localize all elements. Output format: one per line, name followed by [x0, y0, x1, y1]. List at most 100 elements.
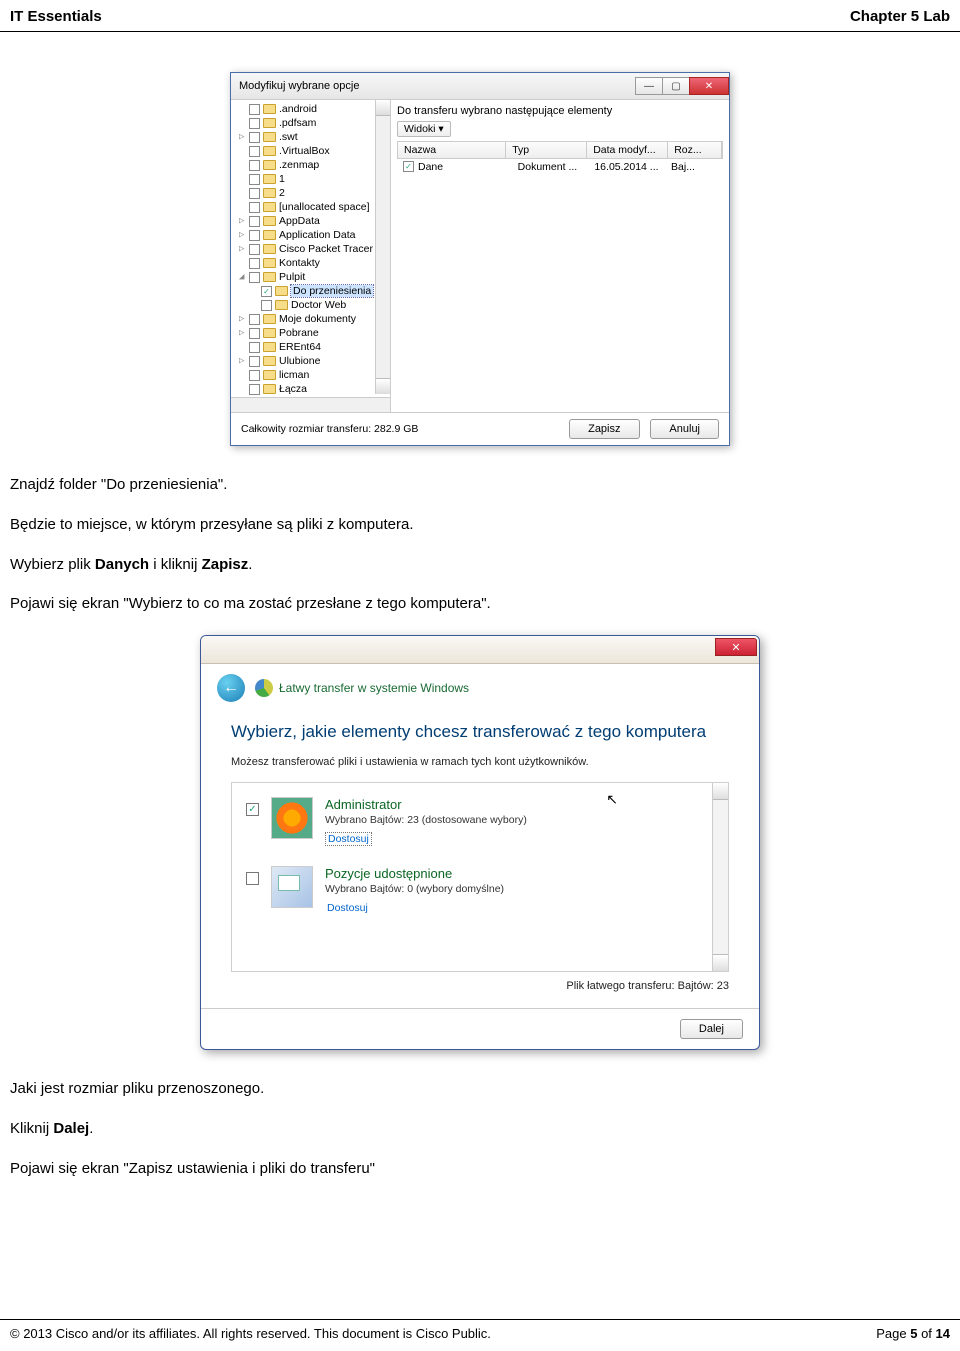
expand-icon[interactable]: ◢: [239, 272, 249, 282]
account-administrator-detail: Wybrano Bajtów: 23 (dostosowane wybory): [325, 814, 527, 826]
transfer-prompt: Do transferu wybrano następujące element…: [397, 105, 723, 117]
tree-item-doctor-web[interactable]: Doctor Web: [231, 298, 390, 312]
col-name[interactable]: Nazwa: [398, 142, 506, 158]
p3-c: i kliknij: [149, 556, 202, 573]
tree-item-do-przeniesienia[interactable]: ✓Do przeniesienia: [231, 284, 390, 298]
folder-icon: [263, 342, 276, 352]
col-date[interactable]: Data modyf...: [587, 142, 668, 158]
expand-icon[interactable]: ▷: [239, 328, 249, 338]
tree-checkbox[interactable]: [249, 188, 260, 199]
cancel-button[interactable]: Anuluj: [650, 419, 719, 439]
tree-item-application-data[interactable]: ▷ Application Data: [231, 228, 390, 242]
account-shared-customize-link[interactable]: Dostosuj: [325, 902, 370, 914]
tree-item-cisco-packet-tracer-6[interactable]: ▷Cisco Packet Tracer 6: [231, 242, 390, 256]
tree-checkbox[interactable]: [249, 272, 260, 283]
tree-label: .pdfsam: [279, 117, 316, 129]
wizard-body: Wybierz, jakie elementy chcesz transfero…: [201, 722, 759, 1008]
wizard-close-button[interactable]: ✕: [715, 638, 757, 656]
tree-label: Doctor Web: [291, 299, 346, 311]
tree-item-moje-dokumenty[interactable]: ▷Moje dokumenty: [231, 312, 390, 326]
accounts-scrollbar[interactable]: [712, 783, 728, 971]
folder-tree[interactable]: .android.pdfsam▷.swt.VirtualBox.zenmap1 2…: [231, 100, 391, 412]
folder-icon: [263, 244, 276, 254]
account-administrator[interactable]: ✓ Administrator Wybrano Bajtów: 23 (dost…: [246, 797, 714, 846]
tree-checkbox[interactable]: [249, 202, 260, 213]
tree-item-ulubione[interactable]: ▷Ulubione: [231, 354, 390, 368]
tree-h-scrollbar[interactable]: [231, 397, 390, 412]
tree-item-pobrane[interactable]: ▷Pobrane: [231, 326, 390, 340]
tree-item--pdfsam[interactable]: .pdfsam: [231, 116, 390, 130]
file-row-date: 16.05.2014 ...: [594, 161, 671, 173]
close-button[interactable]: ✕: [689, 77, 729, 95]
expand-icon[interactable]: ▷: [239, 230, 249, 240]
account-shared-checkbox[interactable]: [246, 872, 259, 885]
next-button[interactable]: Dalej: [680, 1019, 743, 1039]
file-row-type: Dokument ...: [518, 161, 595, 173]
account-administrator-customize-link[interactable]: Dostosuj: [325, 832, 372, 846]
file-row-dane[interactable]: ✓ Dane Dokument ... 16.05.2014 ... Baj..…: [397, 159, 723, 175]
tree-label: 2: [279, 187, 285, 199]
tree-checkbox[interactable]: [249, 244, 260, 255]
tree-checkbox[interactable]: [249, 132, 260, 143]
tree-checkbox[interactable]: ✓: [261, 286, 272, 297]
tree-item--swt[interactable]: ▷.swt: [231, 130, 390, 144]
col-size[interactable]: Roz...: [668, 142, 722, 158]
tree-checkbox[interactable]: [249, 230, 260, 241]
easy-transfer-icon: [255, 679, 273, 697]
tree-label: AppData: [279, 215, 320, 227]
maximize-button[interactable]: ▢: [662, 77, 690, 95]
col-type[interactable]: Typ: [506, 142, 587, 158]
tree-checkbox[interactable]: [249, 370, 260, 381]
tree-checkbox[interactable]: [249, 160, 260, 171]
tree-checkbox[interactable]: [249, 104, 260, 115]
save-button[interactable]: Zapisz: [569, 419, 639, 439]
expand-icon[interactable]: ▷: [239, 216, 249, 226]
file-list-headers[interactable]: Nazwa Typ Data modyf... Roz...: [397, 141, 723, 159]
expand-icon[interactable]: ▷: [239, 132, 249, 142]
tree-item--cza[interactable]: Łącza: [231, 382, 390, 396]
dialog1-title-text: Modyfikuj wybrane opcje: [239, 80, 359, 92]
tree-label: 1: [279, 173, 285, 185]
expand-icon[interactable]: ▷: [239, 356, 249, 366]
back-button[interactable]: ←: [217, 674, 245, 702]
tree-item-erent64[interactable]: EREnt64: [231, 340, 390, 354]
dialog2-titlebar[interactable]: ✕: [201, 636, 759, 664]
expand-icon[interactable]: ▷: [239, 314, 249, 324]
tree-item-pulpit[interactable]: ◢Pulpit: [231, 270, 390, 284]
tree-item-kontakty[interactable]: Kontakty: [231, 256, 390, 270]
transfer-file-size-label: Plik łatwego transferu: Bajtów: 23: [231, 980, 729, 992]
tree-checkbox[interactable]: [249, 342, 260, 353]
folder-icon: [263, 356, 276, 366]
expand-icon[interactable]: ▷: [239, 244, 249, 254]
tree-v-scrollbar[interactable]: [375, 100, 390, 394]
tree-checkbox[interactable]: [249, 118, 260, 129]
dialog1-titlebar[interactable]: Modyfikuj wybrane opcje — ▢ ✕: [231, 73, 729, 100]
tree-checkbox[interactable]: [249, 328, 260, 339]
tree-checkbox[interactable]: [249, 356, 260, 367]
tree-checkbox[interactable]: [249, 384, 260, 395]
views-dropdown[interactable]: Widoki ▾: [397, 121, 451, 137]
account-shared[interactable]: Pozycje udostępnione Wybrano Bajtów: 0 (…: [246, 866, 714, 914]
account-administrator-checkbox[interactable]: ✓: [246, 803, 259, 816]
tree-checkbox[interactable]: [249, 314, 260, 325]
minimize-button[interactable]: —: [635, 77, 663, 95]
tree-label: Application Data: [279, 229, 355, 241]
tree-item-2[interactable]: 2: [231, 186, 390, 200]
tree-item--zenmap[interactable]: .zenmap: [231, 158, 390, 172]
tree-item-appdata[interactable]: ▷ AppData: [231, 214, 390, 228]
tree-checkbox[interactable]: [249, 174, 260, 185]
tree-checkbox[interactable]: [249, 146, 260, 157]
folder-icon: [263, 384, 276, 394]
page-content: Modyfikuj wybrane opcje — ▢ ✕ .android.p…: [0, 32, 960, 1267]
tree-checkbox[interactable]: [249, 258, 260, 269]
tree-checkbox[interactable]: [261, 300, 272, 311]
folder-icon: [275, 286, 288, 296]
tree-item-1[interactable]: 1: [231, 172, 390, 186]
tree-item--android[interactable]: .android: [231, 102, 390, 116]
tree-checkbox[interactable]: [249, 216, 260, 227]
p6-a: Kliknij: [10, 1120, 53, 1137]
file-row-checkbox[interactable]: ✓: [403, 161, 414, 172]
tree-item-licman[interactable]: licman: [231, 368, 390, 382]
tree-item--virtualbox[interactable]: .VirtualBox: [231, 144, 390, 158]
tree-item--unallocated-space-[interactable]: [unallocated space]: [231, 200, 390, 214]
